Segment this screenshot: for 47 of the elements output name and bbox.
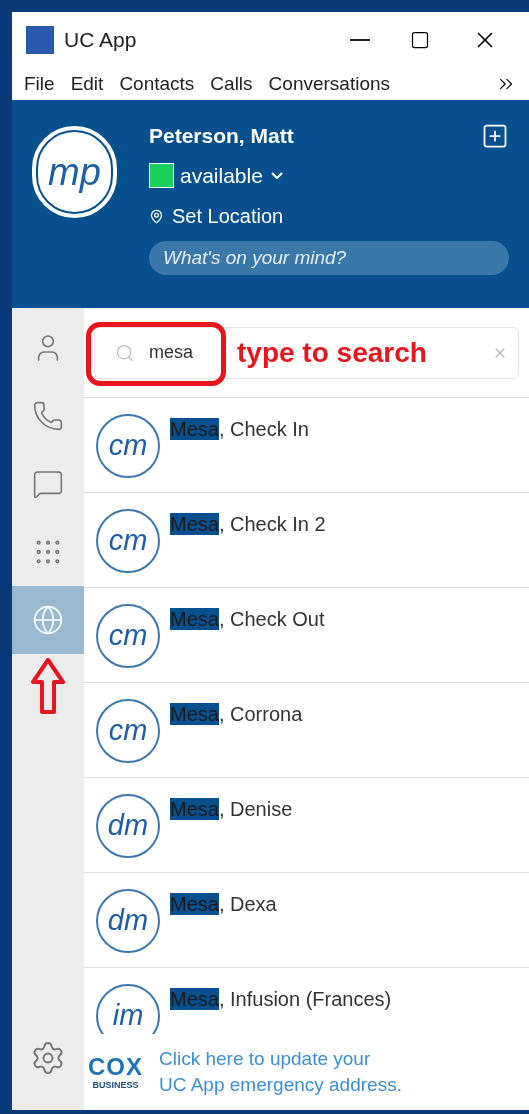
sidebar-tab[interactable] <box>12 586 84 654</box>
set-location-link[interactable]: Set Location <box>172 201 284 231</box>
menu-item[interactable]: Edit <box>70 69 104 99</box>
contact-avatar: cm <box>96 509 160 573</box>
contact-row[interactable]: cm Mesa, Check In <box>84 398 529 493</box>
search-icon <box>115 342 135 363</box>
contact-name: Mesa, Dexa <box>170 892 277 917</box>
search-value: mesa <box>149 341 193 364</box>
contact-avatar: cm <box>96 699 160 763</box>
contact-name: Mesa, Corrona <box>170 702 303 727</box>
minimize-icon <box>350 39 370 41</box>
search-annotation: type to search <box>237 335 427 370</box>
contact-name: Mesa, Infusion (Frances) <box>170 987 392 1012</box>
menu-item[interactable]: Contacts <box>119 69 195 99</box>
chat-icon <box>32 468 64 500</box>
logo-subtitle: BUSINESS <box>92 1080 139 1090</box>
window-title: UC App <box>64 27 137 54</box>
menu-item[interactable]: Conversations <box>268 69 391 99</box>
cox-logo: COX <box>88 1054 143 1079</box>
map-pin-icon <box>149 208 164 224</box>
status-square-icon <box>149 162 174 188</box>
menu-item[interactable]: Calls <box>210 69 253 99</box>
contact-row[interactable]: cm Mesa, Corrona <box>84 683 529 778</box>
up-arrow-annotation <box>31 658 65 714</box>
contact-name: Mesa, Check In <box>170 417 309 442</box>
contact-row[interactable]: cm Mesa, Check Out <box>84 588 529 683</box>
user-name: Peterson, Matt <box>149 123 294 149</box>
contact-avatar: dm <box>96 794 160 858</box>
phone-icon <box>32 400 64 432</box>
maximize-icon <box>410 30 430 50</box>
contact-avatar: cm <box>96 604 160 668</box>
contact-name: Mesa, Denise <box>170 797 293 822</box>
contact-row[interactable]: cm Mesa, Check In 2 <box>84 493 529 588</box>
contact-name: Mesa, Check Out <box>170 607 325 632</box>
search-field[interactable]: mesa type to search <box>94 326 519 379</box>
contact-row[interactable]: dm Mesa, Dexa <box>84 873 529 968</box>
status-dropdown[interactable]: available <box>180 159 283 191</box>
contact-avatar: cm <box>96 414 160 478</box>
avatar: mp <box>32 126 117 218</box>
app-logo-icon <box>26 26 54 54</box>
contact-row[interactable]: dm Mesa, Denise <box>84 778 529 873</box>
contact-avatar: dm <box>96 889 160 953</box>
menu-item[interactable]: File <box>24 69 55 99</box>
mood-field[interactable]: What's on your mind? <box>149 241 509 275</box>
contact-name: Mesa, Check In 2 <box>170 512 326 537</box>
globe-icon <box>32 604 64 636</box>
chevron-down-icon <box>270 171 283 179</box>
